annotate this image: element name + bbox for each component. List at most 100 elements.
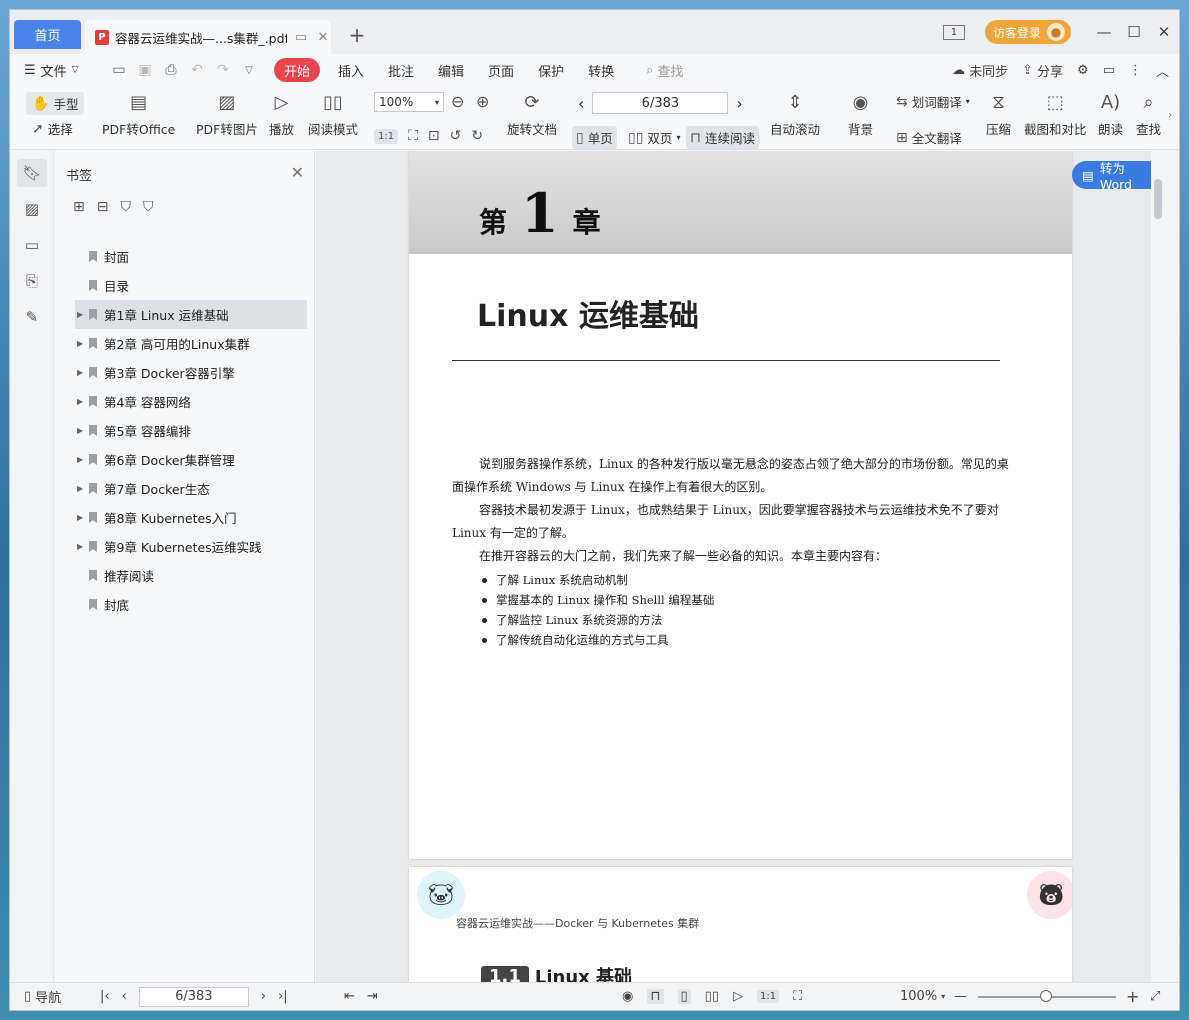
select-tool-button[interactable]: ➚ 选择 [32, 119, 73, 138]
comment-icon[interactable]: ▭ [1103, 63, 1115, 78]
prev-page-icon[interactable]: ‹ [578, 94, 584, 113]
rotate-right-icon[interactable]: ↻ [471, 128, 483, 144]
zoom-select-box[interactable]: 100% ▾ [374, 92, 444, 112]
add-bookmark-icon[interactable]: ⛉ [120, 199, 131, 215]
last-page-icon[interactable]: ›| [278, 989, 288, 1004]
fit-page-icon[interactable]: ⛶ [408, 128, 418, 144]
bookmark-item[interactable]: ▶ 第3章 Docker容器引擎 [75, 358, 307, 387]
find-button[interactable]: ⌕ 查找 [1136, 92, 1161, 138]
new-tab-plus-icon[interactable]: + [346, 23, 368, 47]
read-aloud-button[interactable]: A) 朗读 [1098, 92, 1123, 138]
maximize-icon[interactable]: ☐ [1119, 17, 1149, 47]
comment-panel-icon[interactable]: ▭ [17, 231, 47, 259]
collapse-all-icon[interactable]: ⊟ [97, 199, 109, 215]
expand-arrow-icon[interactable]: ▶ [77, 513, 83, 522]
bookmark-item[interactable]: 封面 [75, 242, 307, 271]
sync-status-button[interactable]: ☁ 未同步 [952, 61, 1008, 80]
status-page-input[interactable]: 6/383 [138, 986, 249, 1007]
bookmark-item[interactable]: 封底 [75, 590, 307, 619]
menu-tab-insert[interactable]: 插入 [326, 58, 376, 82]
page-number-input[interactable]: 6/383 [592, 92, 729, 114]
minimize-icon[interactable]: — [1089, 17, 1119, 47]
bookmark-item[interactable]: ▶ 第2章 高可用的Linux集群 [75, 329, 307, 358]
forward-history-icon[interactable]: ⇥ [367, 989, 378, 1004]
expand-arrow-icon[interactable]: ▶ [77, 426, 83, 435]
status-zoom-in-icon[interactable]: + [1126, 987, 1139, 1006]
scrollbar-thumb[interactable] [1154, 179, 1162, 219]
menu-tab-protect[interactable]: 保护 [526, 58, 576, 82]
next-page-icon[interactable]: › [261, 989, 266, 1004]
background-button[interactable]: ◉ 背景 [848, 92, 873, 138]
next-page-icon[interactable]: › [736, 94, 742, 113]
back-history-icon[interactable]: ⇤ [344, 989, 355, 1004]
bookmark-panel-icon[interactable]: 🔖︎ [17, 159, 47, 187]
zoom-in-button[interactable]: ⊕ [476, 92, 489, 111]
actual-size-icon[interactable]: 1:1 [374, 128, 399, 144]
bookmark-item[interactable]: ▶ 第7章 Docker生态 [75, 474, 307, 503]
menu-tab-edit[interactable]: 编辑 [426, 58, 476, 82]
file-menu-button[interactable]: ☰ 文件 ▽ [24, 61, 88, 80]
expand-arrow-icon[interactable]: ▶ [77, 310, 83, 319]
first-page-icon[interactable]: |‹ [100, 989, 110, 1004]
signature-icon[interactable]: ✎ [17, 303, 47, 331]
status-zoom-out-icon[interactable]: — [954, 989, 967, 1004]
menu-tab-start[interactable]: 开始 [274, 58, 321, 82]
tab-pin-icon[interactable]: ▭ [293, 29, 309, 45]
close-window-icon[interactable]: ✕ [1149, 17, 1179, 47]
double-page-view-icon[interactable]: ▯▯ [705, 989, 719, 1004]
read-mode-button[interactable]: ▯▯ 阅读模式 [308, 92, 358, 138]
continuous-reading-button[interactable]: ⊓ 连续阅读 [686, 126, 759, 149]
fullscreen-icon[interactable]: ⤢ [1150, 989, 1160, 1004]
zoom-dropdown[interactable]: 100% ▾ [900, 989, 945, 1004]
menu-tab-annotate[interactable]: 批注 [376, 58, 426, 82]
share-button[interactable]: ⇪ 分享 [1022, 61, 1063, 80]
pdf-to-image-button[interactable]: ▨ PDF转图片 [196, 92, 258, 138]
bookmark-item[interactable]: ▶ 第1章 Linux 运维基础 [75, 300, 307, 329]
menu-tab-convert[interactable]: 转换 [576, 58, 626, 82]
expand-arrow-icon[interactable]: ▶ [77, 397, 83, 406]
fit-page-icon[interactable]: ⛶ [793, 989, 802, 1004]
continuous-view-icon[interactable]: ⊓ [647, 989, 664, 1004]
fit-width-icon[interactable]: ⊡ [428, 128, 440, 144]
expand-arrow-icon[interactable]: ▶ [77, 484, 83, 493]
menu-tab-page[interactable]: 页面 [476, 58, 526, 82]
tab-close-icon[interactable]: ✕ [315, 29, 331, 45]
screenshot-compare-button[interactable]: ⬚ 截图和对比 [1024, 92, 1087, 138]
undo-icon[interactable]: ↶ [188, 62, 206, 78]
zoom-out-button[interactable]: ⊖ [451, 92, 464, 111]
redo-icon[interactable]: ↷ [214, 62, 232, 78]
document-view[interactable]: 第 1 章 Linux 运维基础 说到服务器操作系统，Linux 的各种发行版以… [316, 151, 1165, 982]
zoom-slider-knob[interactable] [1039, 990, 1052, 1002]
settings-gear-icon[interactable]: ⚙ [1077, 63, 1089, 78]
full-translate-button[interactable]: ⊞ 全文翻译 [896, 128, 962, 147]
single-page-view-icon[interactable]: ▯ [677, 989, 691, 1004]
expand-arrow-icon[interactable]: ▶ [77, 455, 83, 464]
bookmark-item[interactable]: ▶ 第9章 Kubernetes运维实践 [75, 532, 307, 561]
rotate-document-button[interactable]: ⟳ 旋转文档 [507, 92, 557, 138]
bookmark-item[interactable]: ▶ 第8章 Kubernetes入门 [75, 503, 307, 532]
close-panel-icon[interactable]: ✕ [291, 163, 304, 182]
thumbnail-panel-icon[interactable]: ▨ [17, 195, 47, 223]
expand-all-icon[interactable]: ⊞ [73, 199, 85, 215]
single-page-button[interactable]: ▯ 单页 [572, 126, 617, 149]
tab-document[interactable]: P 容器云运维实战—...s集群_.pdf ▭ ✕ [85, 20, 331, 54]
open-folder-icon[interactable]: ▭ [110, 62, 128, 78]
bookmark-item[interactable]: 推荐阅读 [75, 561, 307, 590]
bookmark-item[interactable]: 目录 [75, 271, 307, 300]
expand-arrow-icon[interactable]: ▶ [77, 339, 83, 348]
bookmark-item[interactable]: ▶ 第5章 容器编排 [75, 416, 307, 445]
word-translate-button[interactable]: ⇆ 划词翻译 ▾ [896, 92, 970, 111]
collapse-ribbon-icon[interactable]: ︿ [1156, 61, 1169, 80]
compress-button[interactable]: ⧖ 压缩 [986, 92, 1011, 138]
hand-tool-button[interactable]: ✋ 手型 [26, 92, 85, 115]
auto-scroll-button[interactable]: ⇕ 自动滚动 [770, 92, 820, 138]
expand-arrow-icon[interactable]: ▶ [77, 542, 83, 551]
pdf-to-office-button[interactable]: ▤ PDF转Office [102, 92, 175, 138]
play-icon[interactable]: ▷ [733, 989, 743, 1004]
navigation-toggle[interactable]: ▯ 导航 [24, 987, 61, 1006]
bookmark-item[interactable]: ▶ 第4章 容器网络 [75, 387, 307, 416]
customize-chevron-icon[interactable]: ▽ [240, 65, 258, 76]
double-page-button[interactable]: ▯▯ 双页 ▾ [628, 128, 680, 147]
actual-size-icon[interactable]: 1:1 [756, 990, 780, 1003]
bookmark-item[interactable]: ▶ 第6章 Docker集群管理 [75, 445, 307, 474]
